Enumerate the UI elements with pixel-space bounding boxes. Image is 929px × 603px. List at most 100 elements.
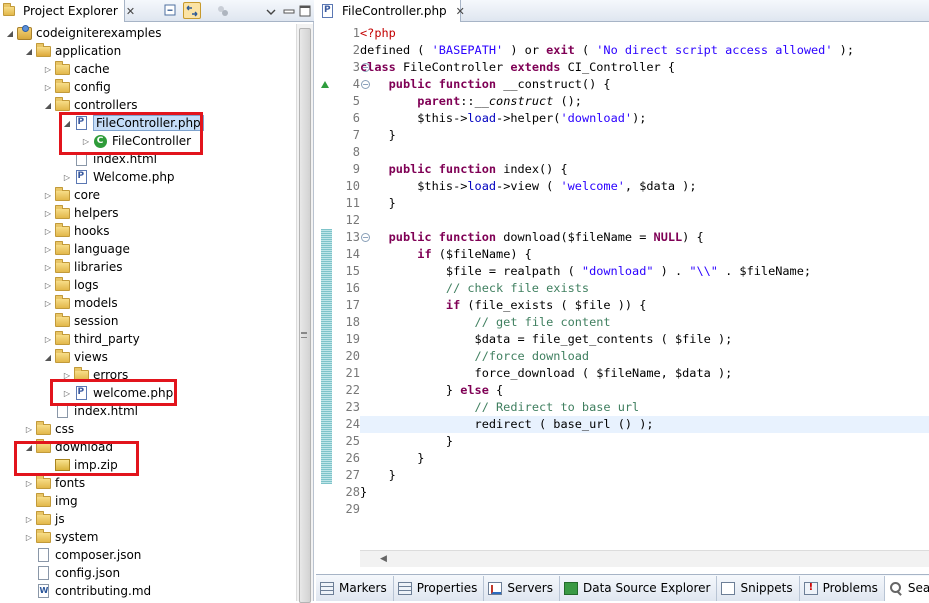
tree-item[interactable]: ▷ third_party xyxy=(0,330,296,348)
code-line[interactable]: $this->load->helper('download'); xyxy=(360,110,929,127)
editor-horizontal-scrollbar[interactable]: ◀ xyxy=(360,550,929,567)
code-line[interactable]: } else { xyxy=(360,382,929,399)
collapsed-arrow-icon[interactable]: ▷ xyxy=(23,425,35,434)
code-line[interactable]: defined ( 'BASEPATH' ) or exit ( 'No dir… xyxy=(360,42,929,59)
tree-item[interactable]: ◢ application xyxy=(0,42,296,60)
tree-item[interactable]: ▷ system xyxy=(0,528,296,546)
collapsed-arrow-icon[interactable]: ▷ xyxy=(23,479,35,488)
code-line[interactable]: // Redirect to base url xyxy=(360,399,929,416)
tab-markers[interactable]: Markers xyxy=(316,575,394,601)
tree-item[interactable]: config.json xyxy=(0,564,296,582)
code-token: extends xyxy=(510,60,561,74)
code-token: } xyxy=(360,451,425,465)
filters-icon[interactable] xyxy=(214,2,232,19)
scrollbar-thumb[interactable] xyxy=(299,28,311,603)
tree-item[interactable]: ▷ libraries xyxy=(0,258,296,276)
tab-properties[interactable]: Properties xyxy=(394,575,485,601)
code-line[interactable]: public function index() { xyxy=(360,161,929,178)
collapsed-arrow-icon[interactable]: ▷ xyxy=(42,263,54,272)
tree-item[interactable]: composer.json xyxy=(0,546,296,564)
code-line[interactable] xyxy=(360,144,929,161)
collapsed-arrow-icon[interactable]: ▷ xyxy=(23,533,35,542)
tree-item[interactable]: ▷ hooks xyxy=(0,222,296,240)
code-line[interactable]: } xyxy=(360,127,929,144)
collapsed-arrow-icon[interactable]: ▷ xyxy=(42,191,54,200)
code-line[interactable]: if ($fileName) { xyxy=(360,246,929,263)
tree-item[interactable]: contributing.md xyxy=(0,582,296,600)
code-token: , $data ); xyxy=(624,179,697,193)
tab-snippets[interactable]: Snippets xyxy=(717,575,800,601)
close-icon[interactable]: ✕ xyxy=(456,5,465,18)
tab-servers[interactable]: Servers xyxy=(484,575,560,601)
tree-item[interactable]: ▷ cache xyxy=(0,60,296,78)
tree-item[interactable]: ▷ helpers xyxy=(0,204,296,222)
tab-problems[interactable]: Problems xyxy=(800,575,885,601)
code-line[interactable]: // check file exists xyxy=(360,280,929,297)
tree-item[interactable]: ▷ logs xyxy=(0,276,296,294)
collapsed-arrow-icon[interactable]: ▷ xyxy=(42,65,54,74)
code-line[interactable]: $data = file_get_contents ( $file ); xyxy=(360,331,929,348)
tree-item[interactable]: ▷ js xyxy=(0,510,296,528)
code-text-area[interactable]: <?php defined ( 'BASEPATH' ) or exit ( 'N… xyxy=(360,24,929,550)
code-line[interactable]: public function __construct() { xyxy=(360,76,929,93)
maximize-icon[interactable] xyxy=(296,2,314,19)
tree-item[interactable]: ▷ core xyxy=(0,186,296,204)
collapsed-arrow-icon[interactable]: ▷ xyxy=(23,515,35,524)
code-line[interactable]: } xyxy=(360,195,929,212)
collapsed-arrow-icon[interactable]: ▷ xyxy=(42,227,54,236)
code-line[interactable]: } xyxy=(360,484,929,501)
code-line[interactable] xyxy=(360,212,929,229)
collapsed-arrow-icon[interactable]: ▷ xyxy=(42,245,54,254)
tree-item[interactable]: ▷ fonts xyxy=(0,474,296,492)
code-token: class xyxy=(360,60,396,74)
tree-item[interactable]: ◢ codeigniterexamples xyxy=(0,24,296,42)
code-line[interactable]: parent::__construct (); xyxy=(360,93,929,110)
code-line[interactable]: } xyxy=(360,450,929,467)
code-token: // Redirect to base url xyxy=(474,400,640,414)
code-line[interactable]: $file = realpath ( "download" ) . "\\" .… xyxy=(360,263,929,280)
code-line[interactable]: } xyxy=(360,467,929,484)
collapsed-arrow-icon[interactable]: ▷ xyxy=(61,173,73,182)
tree-item[interactable]: img xyxy=(0,492,296,510)
code-line[interactable]: if (file_exists ( $file )) { xyxy=(360,297,929,314)
code-line[interactable]: } xyxy=(360,433,929,450)
tree-item[interactable]: session xyxy=(0,312,296,330)
code-line[interactable]: class FileController extends CI_Controll… xyxy=(360,59,929,76)
tab-filecontroller-php[interactable]: FileController.php ✕ xyxy=(316,0,465,22)
code-line[interactable]: // get file content xyxy=(360,314,929,331)
tree-item[interactable]: ▷ config xyxy=(0,78,296,96)
tree-item[interactable]: ▷ Welcome.php xyxy=(0,168,296,186)
collapse-all-icon[interactable] xyxy=(162,2,180,19)
code-line[interactable]: public function download($fileName = NUL… xyxy=(360,229,929,246)
tab-search[interactable]: Search✕ xyxy=(884,575,929,601)
tree-item[interactable]: ▷ css xyxy=(0,420,296,438)
tree-item[interactable]: ▷ language xyxy=(0,240,296,258)
collapsed-arrow-icon[interactable]: ▷ xyxy=(42,299,54,308)
collapsed-arrow-icon[interactable]: ▷ xyxy=(42,83,54,92)
code-line[interactable] xyxy=(360,501,929,518)
tree-item[interactable]: ◢ views xyxy=(0,348,296,366)
expanded-arrow-icon[interactable]: ◢ xyxy=(4,29,16,38)
collapsed-arrow-icon[interactable]: ▷ xyxy=(42,335,54,344)
file-icon xyxy=(35,548,51,562)
tab-data-source-explorer[interactable]: Data Source Explorer xyxy=(560,575,718,601)
tree-item[interactable]: ▷ models xyxy=(0,294,296,312)
expanded-arrow-icon[interactable]: ◢ xyxy=(23,47,35,56)
explorer-vertical-scrollbar[interactable] xyxy=(296,24,313,603)
view-tab-label: Markers xyxy=(339,581,387,595)
override-marker-icon[interactable] xyxy=(321,81,329,88)
code-line[interactable]: $this->load->view ( 'welcome', $data ); xyxy=(360,178,929,195)
view-menu-icon[interactable] xyxy=(262,2,280,19)
tab-project-explorer[interactable]: Project Explorer ✕ xyxy=(0,0,135,22)
code-line[interactable]: <?php xyxy=(360,25,929,42)
code-line[interactable]: force_download ( $fileName, $data ); xyxy=(360,365,929,382)
collapsed-arrow-icon[interactable]: ▷ xyxy=(42,281,54,290)
expanded-arrow-icon[interactable]: ◢ xyxy=(42,101,54,110)
scroll-left-icon[interactable]: ◀ xyxy=(380,554,387,564)
code-line[interactable]: redirect ( base_url () ); xyxy=(360,416,929,433)
link-with-editor-icon[interactable] xyxy=(183,2,201,19)
close-icon[interactable]: ✕ xyxy=(126,5,135,18)
code-line[interactable]: //force download xyxy=(360,348,929,365)
collapsed-arrow-icon[interactable]: ▷ xyxy=(42,209,54,218)
expanded-arrow-icon[interactable]: ◢ xyxy=(42,353,54,362)
